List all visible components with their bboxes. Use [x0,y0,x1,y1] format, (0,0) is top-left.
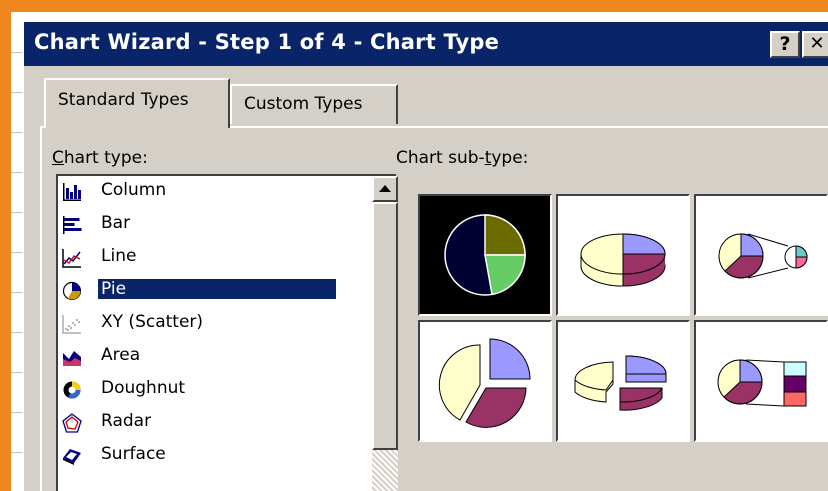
subtype-bar-of-pie[interactable] [694,320,828,442]
subtype-pie-of-pie[interactable] [694,194,828,316]
title-bar: Chart Wizard - Step 1 of 4 - Chart Type … [24,22,828,66]
close-button[interactable]: ✕ [802,31,828,58]
line-chart-icon [62,249,81,268]
bar-chart-icon [63,216,82,234]
list-item-radar[interactable]: Radar [58,407,338,440]
list-item-bar[interactable]: Bar [58,209,338,242]
list-item-doughnut[interactable]: Doughnut [58,374,338,407]
subtype-pie[interactable] [418,194,552,316]
list-item-pie[interactable]: Pie [58,275,338,308]
subtype-3d-pie[interactable] [556,194,690,316]
exploded-pie-subtype-icon [438,338,531,428]
pie-3d-subtype-icon [580,233,666,287]
scroll-up-button[interactable] [372,176,398,202]
tab-label: Custom Types [244,94,363,114]
surface-chart-icon [63,449,81,465]
pie-subtype-icon [444,214,526,296]
chart-type-list[interactable]: Column Bar Line Pie XY (Scatter) Area Do… [56,174,398,491]
list-item-label: Surface [101,444,166,464]
chart-wizard-dialog: Chart Wizard - Step 1 of 4 - Chart Type … [22,20,828,491]
list-item-label: Column [101,180,167,200]
chart-subtype-label: Chart sub-type: [396,148,529,168]
column-chart-icon [63,183,81,201]
list-item-column[interactable]: Column [58,176,338,209]
chart-subtype-grid [418,194,828,446]
chart-type-label: Chart type: [52,148,148,168]
tab-custom-types[interactable]: Custom Types [230,84,398,124]
tab-label: Standard Types [58,90,189,110]
list-item-line[interactable]: Line [58,242,338,275]
exploded-3d-pie-subtype-icon [574,355,667,411]
subtype-exploded-3d-pie[interactable] [556,320,690,442]
scatter-chart-icon [62,315,81,334]
help-button[interactable]: ? [770,31,800,58]
radar-chart-icon [62,413,82,433]
list-item-label: Radar [101,411,152,431]
list-item-area[interactable]: Area [58,341,338,374]
pie-of-pie-subtype-icon [718,233,808,279]
scroll-thumb[interactable] [372,202,398,450]
chart-type-scrollbar[interactable] [372,176,398,491]
list-item-xy-scatter[interactable]: XY (Scatter) [58,308,338,341]
list-item-label: Doughnut [101,378,186,398]
list-item-label: XY (Scatter) [101,312,204,332]
bar-of-pie-subtype-icon [717,359,807,407]
doughnut-chart-icon [63,381,81,399]
scroll-track[interactable] [372,450,398,491]
arrow-up-icon [379,185,391,192]
list-item-label: Line [101,246,137,266]
list-item-label: Pie [97,278,337,300]
list-item-label: Bar [101,213,131,233]
subtype-exploded-pie[interactable] [418,320,552,442]
area-chart-icon [63,351,81,366]
list-item-label: Area [101,345,141,365]
pie-chart-icon [62,281,82,301]
list-item-surface[interactable]: Surface [58,440,338,473]
dialog-title: Chart Wizard - Step 1 of 4 - Chart Type [34,30,500,54]
tab-standard-types[interactable]: Standard Types [44,78,230,128]
